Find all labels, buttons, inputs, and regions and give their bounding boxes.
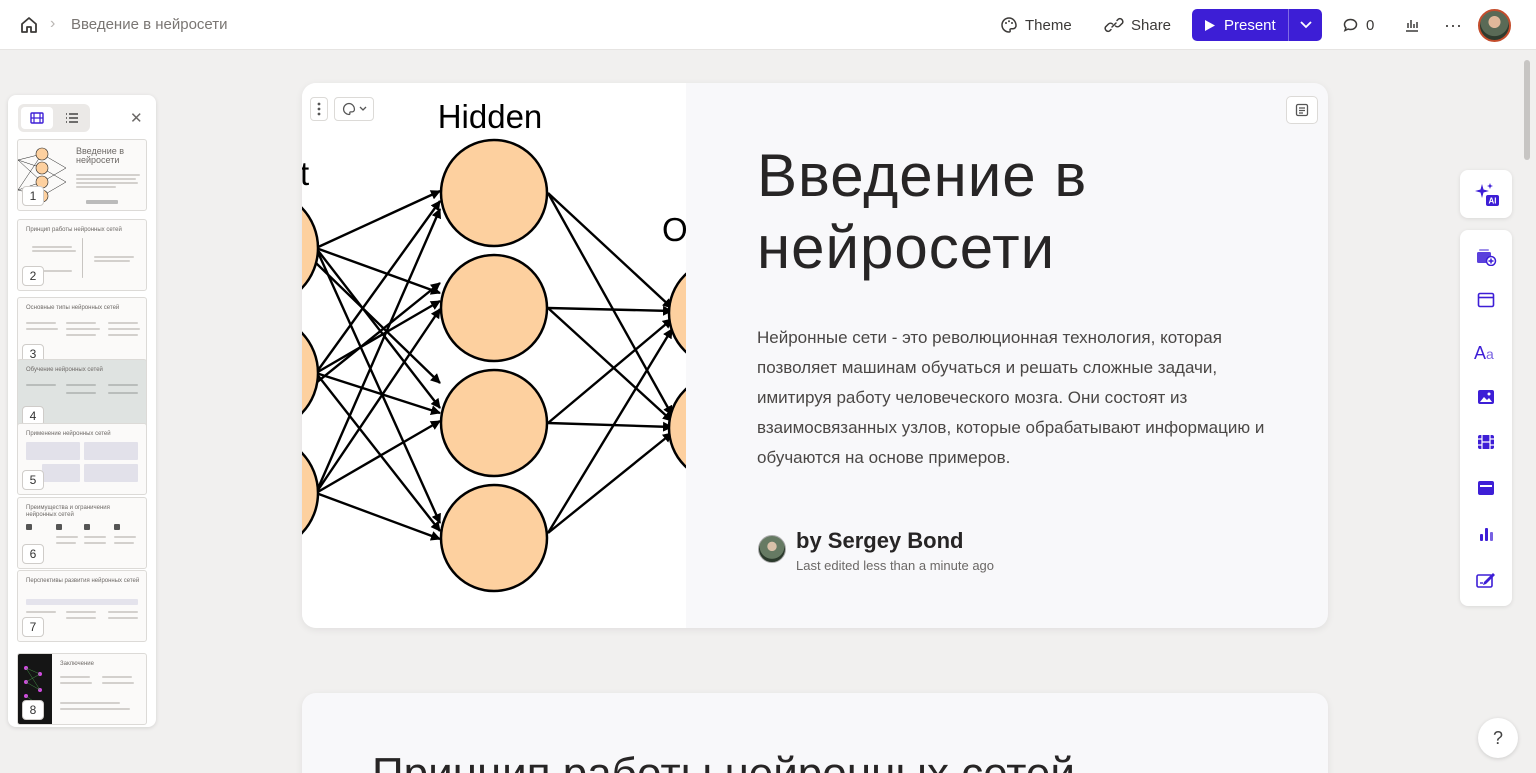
slide-image[interactable]: Hidden t O [302,83,686,628]
thumbnail-title: Обучение нейронных сетей [26,367,103,373]
form-button[interactable] [1474,568,1498,592]
notes-icon [1295,103,1309,117]
analytics-button[interactable] [1404,9,1420,41]
next-slide-title[interactable]: Принцип работы нейронных сетей [372,749,1075,773]
embed-icon [1478,481,1494,495]
thumbnail-title: Перспективы развития нейронных сетей [26,578,140,584]
list-icon [66,113,78,123]
slide-number: 1 [22,186,44,206]
video-button[interactable] [1474,430,1498,454]
thumbnail-title: Применение нейронных сетей [26,431,111,437]
thumbnail-title: Заключение [60,661,94,667]
list-view-button[interactable] [56,107,88,129]
chevron-right-icon: › [50,15,56,32]
film-icon [30,112,44,124]
text-icon: Aa [1474,343,1494,362]
present-button[interactable]: Present [1192,9,1322,41]
slide-thumbnail-4[interactable]: Обучение нейронных сетей 4 [17,359,147,431]
palette-icon [342,102,355,116]
slide-title[interactable]: Введение в нейросети [757,140,1277,284]
comments-count: 0 [1366,16,1375,34]
svg-text:AI: AI [1489,197,1497,206]
thumbnail-title: Принцип работы нейронных сетей [26,227,122,233]
close-icon[interactable]: ✕ [130,109,143,127]
analytics-icon [1406,20,1418,32]
last-edited: Last edited less than a minute ago [796,558,995,573]
thumbnail-title: Основные типы нейронных сетей [26,305,120,311]
card-tools [310,97,374,121]
slide-number: 5 [22,470,44,490]
svg-text:a: a [1486,346,1494,362]
thumbnail-title: Введение в нейросети [76,146,125,165]
view-toggle [18,104,90,132]
comment-icon [1343,18,1358,32]
slide-number: 7 [22,617,44,637]
video-icon [1478,435,1494,449]
present-label: Present [1224,16,1276,34]
more-horizontal-icon: ··· [1444,14,1462,35]
card-style-button[interactable] [334,97,374,121]
slide-number: 2 [22,266,44,286]
present-main[interactable]: Present [1192,9,1288,41]
neural-network-image: Hidden t O [302,98,686,593]
output-layer-label-fragment: O [662,211,686,248]
theme-button[interactable]: Theme [1000,9,1072,41]
slide-number: 8 [22,700,44,720]
vertical-dots-icon [317,102,321,116]
card-drag-handle[interactable] [310,97,328,121]
layout-button[interactable] [1474,288,1498,312]
share-label: Share [1131,16,1172,34]
chart-button[interactable] [1474,522,1498,546]
insert-toolbar: Aa [1460,230,1512,606]
speaker-notes-button[interactable] [1286,96,1318,124]
play-icon [1205,19,1215,31]
help-button[interactable]: ? [1478,718,1518,758]
slide-body[interactable]: Нейронные сети - это революционная техно… [757,323,1277,473]
next-slide-card[interactable]: Принцип работы нейронных сетей [302,693,1328,773]
author-avatar [758,535,786,563]
top-bar: › Введение в нейросети Theme Share Prese… [0,0,1536,50]
share-button[interactable]: Share [1104,9,1171,41]
embed-button[interactable] [1474,476,1498,500]
present-dropdown[interactable] [1288,9,1322,41]
more-options-button[interactable]: ··· [1444,9,1462,41]
svg-text:A: A [1474,343,1486,362]
image-icon [1478,390,1494,404]
image-button[interactable] [1474,385,1498,409]
form-icon [1476,573,1495,588]
thumbnail-title: Преимущества и ограничения нейронных сет… [26,505,110,518]
slide-number: 6 [22,544,44,564]
page-scrollbar[interactable] [1524,60,1530,160]
user-avatar[interactable] [1478,9,1511,42]
text-button[interactable]: Aa [1474,340,1498,364]
home-icon[interactable] [18,14,40,36]
slide-thumbnail-2[interactable]: Принцип работы нейронных сетей 2 [17,219,147,291]
slide-thumbnail-5[interactable]: Применение нейронных сетей 5 [17,423,147,495]
chevron-down-icon [1299,21,1312,29]
theme-label: Theme [1025,16,1072,34]
slides-panel: ✕ Введение в нейросети 1 Принцип работы … [8,95,156,727]
comments-button[interactable]: 0 [1342,9,1374,41]
palette-icon [1001,17,1017,33]
ai-icon: AI [1475,183,1499,206]
chart-icon [1480,528,1493,541]
grid-view-button[interactable] [21,107,53,129]
chevron-down-icon [359,106,366,111]
hidden-layer-label: Hidden [438,98,543,135]
link-icon [1104,17,1124,33]
slide-thumbnail-7[interactable]: Перспективы развития нейронных сетей 7 [17,570,147,642]
slide-thumbnail-8[interactable]: Заключение 8 [17,653,147,725]
slide-thumbnail-6[interactable]: Преимущества и ограничения нейронных сет… [17,497,147,569]
slide-card[interactable]: Hidden t O Введение в нейросети Нейронны… [302,83,1328,628]
layout-icon [1477,292,1495,308]
input-layer-label-fragment: t [302,155,309,192]
author-name: by Sergey Bond [796,528,964,553]
slide-thumbnail-1[interactable]: Введение в нейросети 1 [17,139,147,211]
ai-assistant-button[interactable]: AI [1460,170,1512,218]
breadcrumb-title[interactable]: Введение в нейросети [71,16,228,33]
add-card-button[interactable] [1474,244,1498,268]
card-add-icon [1477,249,1497,266]
